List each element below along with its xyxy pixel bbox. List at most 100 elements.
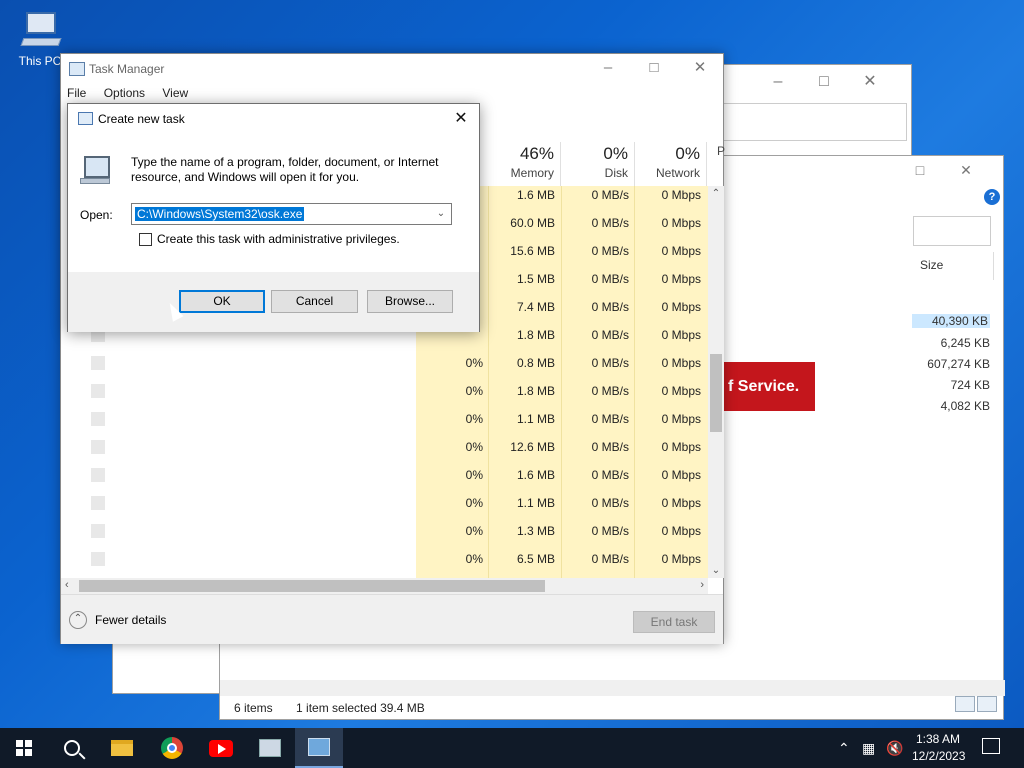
file-size-cell: 4,082 KB — [940, 399, 990, 413]
horizontal-scrollbar[interactable]: ‹ › — [61, 578, 708, 594]
network-cell: 0 Mbps — [661, 216, 701, 230]
network-icon[interactable]: ▦ — [862, 728, 875, 768]
task-manager-icon — [69, 62, 85, 76]
admin-privileges-checkbox[interactable]: Create this task with administrative pri… — [139, 232, 400, 246]
process-icon — [91, 524, 105, 538]
network-cell: 0 Mbps — [661, 356, 701, 370]
network-cell: 0 Mbps — [661, 384, 701, 398]
address-box[interactable] — [723, 103, 907, 141]
large-icons-view-icon[interactable] — [977, 696, 997, 712]
table-row[interactable]: 0% 0.8 MB 0 MB/s 0 Mbps — [61, 349, 725, 377]
youtube-icon[interactable] — [197, 728, 245, 768]
scroll-right-icon[interactable]: › — [700, 579, 704, 591]
vertical-scrollbar[interactable]: ⌃ ⌄ — [708, 186, 724, 578]
status-selection: 1 item selected 39.4 MB — [296, 701, 425, 715]
chevron-up-icon: ⌃ — [69, 611, 87, 629]
chrome-icon[interactable] — [148, 728, 196, 768]
horizontal-scrollbar[interactable] — [220, 680, 1005, 696]
size-column-header[interactable]: Size — [920, 258, 943, 272]
checkbox-label: Create this task with administrative pri… — [157, 232, 400, 246]
run-icon — [78, 112, 93, 125]
window-controls: – □ ✕ — [755, 71, 893, 91]
desktop-icon-this-pc[interactable]: This PC — [14, 10, 66, 68]
menu-view[interactable]: View — [162, 86, 188, 100]
column-header-network[interactable]: 0% Network — [635, 142, 707, 186]
computer-icon — [20, 10, 62, 52]
chevron-down-icon[interactable]: ⌄ — [433, 206, 449, 222]
menu-bar: File Options View — [67, 86, 202, 100]
maximize-icon[interactable]: □ — [801, 73, 847, 91]
menu-file[interactable]: File — [67, 86, 86, 100]
memory-cell: 12.6 MB — [510, 440, 555, 454]
process-icon — [91, 440, 105, 454]
open-input-value[interactable]: C:\Windows\System32\osk.exe — [135, 207, 305, 221]
table-row[interactable]: 0% 1.8 MB 0 MB/s 0 Mbps — [61, 377, 725, 405]
system-clock[interactable]: 1:38 AM 12/2/2023 — [912, 731, 966, 765]
browse-button[interactable]: Browse... — [367, 290, 453, 313]
table-row[interactable]: 0% 1.3 MB 0 MB/s 0 Mbps — [61, 517, 725, 545]
cpu-cell: 0% — [465, 468, 483, 482]
table-row[interactable]: 0% 1.1 MB 0 MB/s 0 Mbps — [61, 405, 725, 433]
table-row[interactable]: 0% 1.6 MB 0 MB/s 0 Mbps — [61, 461, 725, 489]
app-icon[interactable] — [246, 728, 294, 768]
open-combobox[interactable]: C:\Windows\System32\osk.exe ⌄ — [131, 203, 452, 225]
maximize-icon[interactable]: □ — [897, 162, 943, 178]
table-row[interactable]: 0% 6.5 MB 0 MB/s 0 Mbps — [61, 545, 725, 573]
scrollbar-thumb[interactable] — [710, 354, 722, 432]
minimize-icon[interactable]: – — [585, 54, 631, 84]
close-icon[interactable]: ✕ — [451, 108, 471, 128]
network-cell: 0 Mbps — [661, 524, 701, 538]
network-cell: 0 Mbps — [661, 440, 701, 454]
process-icon — [91, 356, 105, 370]
table-row[interactable]: 0% 1.1 MB 0 MB/s 0 Mbps — [61, 489, 725, 517]
menu-options[interactable]: Options — [104, 86, 145, 100]
search-icon[interactable] — [48, 728, 96, 768]
file-size-cell: 607,274 KB — [927, 357, 990, 371]
volume-muted-icon[interactable]: 🔇 — [886, 728, 903, 768]
memory-cell: 1.6 MB — [516, 468, 555, 482]
disk-cell: 0 MB/s — [591, 328, 629, 342]
end-task-button[interactable]: End task — [633, 611, 715, 633]
status-item-count: 6 items — [234, 701, 273, 715]
scroll-up-icon[interactable]: ⌃ — [708, 188, 724, 199]
red-banner: f Service. — [722, 362, 815, 411]
maximize-icon[interactable]: □ — [631, 54, 677, 84]
close-icon[interactable]: ✕ — [847, 71, 893, 91]
scrollbar-thumb[interactable] — [79, 580, 545, 592]
file-size-cell: 724 KB — [950, 378, 990, 392]
windows-start-icon[interactable] — [0, 728, 48, 768]
network-cell: 0 Mbps — [661, 496, 701, 510]
file-explorer-icon[interactable] — [98, 728, 146, 768]
view-toggle — [953, 696, 997, 715]
column-header-memory[interactable]: 46% Memory — [489, 142, 561, 186]
search-input[interactable] — [913, 216, 991, 246]
column-header-power[interactable]: P — [707, 142, 725, 186]
disk-cell: 0 MB/s — [591, 524, 629, 538]
disk-cell: 0 MB/s — [591, 468, 629, 482]
minimize-icon[interactable]: – — [755, 73, 801, 91]
details-view-icon[interactable] — [955, 696, 975, 712]
memory-cell: 1.8 MB — [516, 384, 555, 398]
ok-button[interactable]: OK — [179, 290, 265, 313]
help-icon[interactable]: ? — [984, 189, 1000, 205]
clock-date: 12/2/2023 — [912, 749, 966, 763]
status-bar: 6 items 1 item selected 39.4 MB — [234, 701, 445, 715]
window-title: Task Manager — [89, 62, 165, 76]
task-manager-icon[interactable] — [295, 728, 343, 768]
checkbox-box[interactable] — [139, 232, 152, 246]
chevron-up-icon[interactable]: ⌃ — [838, 728, 850, 768]
cancel-button[interactable]: Cancel — [271, 290, 358, 313]
memory-cell: 1.5 MB — [516, 272, 555, 286]
close-icon[interactable]: ✕ — [943, 162, 989, 179]
network-cell: 0 Mbps — [661, 300, 701, 314]
create-new-task-dialog[interactable]: Create new task ✕ Type the name of a pro… — [67, 103, 480, 332]
scroll-left-icon[interactable]: ‹ — [65, 579, 69, 591]
column-divider — [993, 252, 994, 280]
fewer-details-button[interactable]: ⌃ Fewer details — [69, 611, 166, 629]
network-cell: 0 Mbps — [661, 552, 701, 566]
scroll-down-icon[interactable]: ⌄ — [708, 565, 724, 576]
notification-icon[interactable] — [982, 738, 1000, 754]
column-header-disk[interactable]: 0% Disk — [561, 142, 635, 186]
close-icon[interactable]: ✕ — [677, 54, 723, 84]
table-row[interactable]: 0% 12.6 MB 0 MB/s 0 Mbps — [61, 433, 725, 461]
